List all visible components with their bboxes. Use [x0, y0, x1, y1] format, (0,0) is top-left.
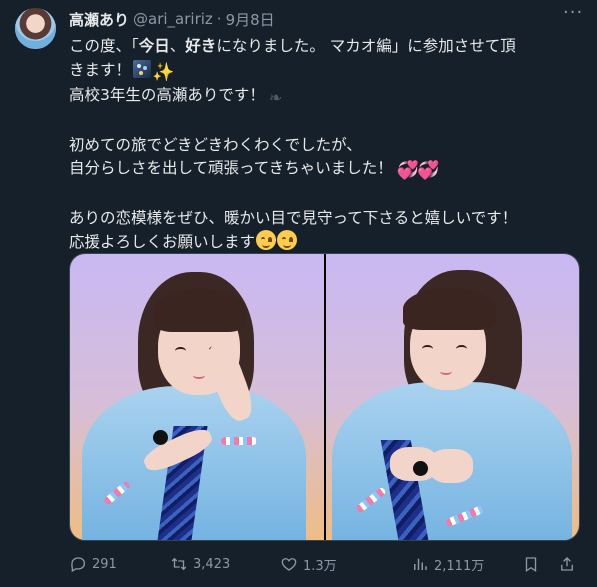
share-icon [561, 557, 573, 571]
reply-button[interactable]: 291 [69, 552, 117, 576]
retweet-count: 3,423 [193, 556, 231, 572]
tweet-header: 高瀬あり @ari_aririz · 9月8日 [69, 9, 275, 29]
eye [175, 347, 186, 355]
tweet: 高瀬あり @ari_aririz · 9月8日 ··· この度、「今日、好きにな… [0, 0, 597, 587]
hand [429, 449, 473, 483]
bold-text: 今日 [138, 37, 170, 55]
sparkles-icon: ✨ [152, 61, 175, 83]
tweet-actions: 291 3,423 1.3万 2,111万 [69, 552, 579, 576]
yum-face-icon [277, 230, 298, 250]
mouth [440, 368, 452, 375]
tweet-date[interactable]: 9月8日 [226, 9, 275, 30]
text-segment: 自分らしさを出して頑張ってきちゃいました！ [69, 159, 393, 177]
bangs [403, 288, 496, 330]
eye [456, 345, 467, 353]
tweet-line-6: 自分らしさを出して頑張ってきちゃいました！ 💞💞 [69, 157, 574, 183]
photo-right[interactable] [326, 254, 579, 540]
tweet-line-3: 高校3年生の高瀬ありです！ ❧ [69, 84, 574, 110]
hearts-icon: 💞💞 [396, 160, 440, 181]
separator-dot: · [216, 10, 222, 28]
photo-left[interactable] [70, 254, 324, 540]
like-count: 1.3万 [303, 558, 337, 574]
share-button[interactable] [558, 552, 581, 576]
bangs [154, 289, 246, 332]
bracelet [221, 437, 257, 445]
views-icon [414, 558, 427, 570]
text-segment: きます！ [69, 60, 132, 79]
eye [422, 345, 433, 353]
yum-face-icon [256, 230, 277, 250]
heart-icon [281, 558, 297, 571]
text-segment: この度、「 [69, 37, 139, 55]
tweet-line-2: きます！ ✨ [69, 59, 574, 85]
text-segment: になりました。 マカオ編」に参加させて頂 [216, 37, 516, 55]
more-options-icon[interactable]: ··· [563, 4, 582, 26]
text-segment: 応援よろしくお願いします [69, 233, 256, 251]
tweet-line-5: 初めての旅でどきどきわくわくでしたが、 [69, 135, 362, 154]
bookmark-button[interactable] [522, 552, 545, 576]
like-button[interactable]: 1.3万 [280, 552, 337, 576]
tweet-line-9: 応援よろしくお願いします [69, 230, 574, 255]
author-name[interactable]: 高瀬あり [69, 9, 129, 30]
bold-text: 好き [185, 37, 217, 55]
tweet-text: この度、「今日、好きになりました。 マカオ編」に参加させて頂 きます！ ✨ 高校3… [69, 35, 574, 255]
retweet-icon [171, 557, 187, 571]
retweet-button[interactable]: 3,423 [170, 552, 230, 576]
text-segment: 高校3年生の高瀬ありです！ [69, 86, 265, 104]
microphone [413, 461, 428, 476]
night-city-icon [133, 59, 152, 78]
author-handle[interactable]: @ari_aririz [133, 10, 213, 28]
leaf-icon: ❧ [268, 88, 283, 107]
microphone [153, 430, 168, 445]
views-count: 2,111万 [434, 558, 485, 574]
reply-count: 291 [92, 556, 117, 572]
views-button[interactable]: 2,111万 [411, 552, 484, 576]
bookmark-icon [525, 557, 537, 573]
tweet-media [69, 253, 580, 541]
tweet-line-8: ありの恋模様をぜひ、暖かい目で見守って下さると嬉しいです！ [69, 208, 518, 227]
tweet-line-1: この度、「今日、好きになりました。 マカオ編」に参加させて頂 [69, 35, 574, 59]
mouth [193, 372, 205, 379]
text-segment: 、 [169, 37, 186, 55]
reply-icon [71, 557, 86, 573]
avatar[interactable] [15, 8, 56, 49]
